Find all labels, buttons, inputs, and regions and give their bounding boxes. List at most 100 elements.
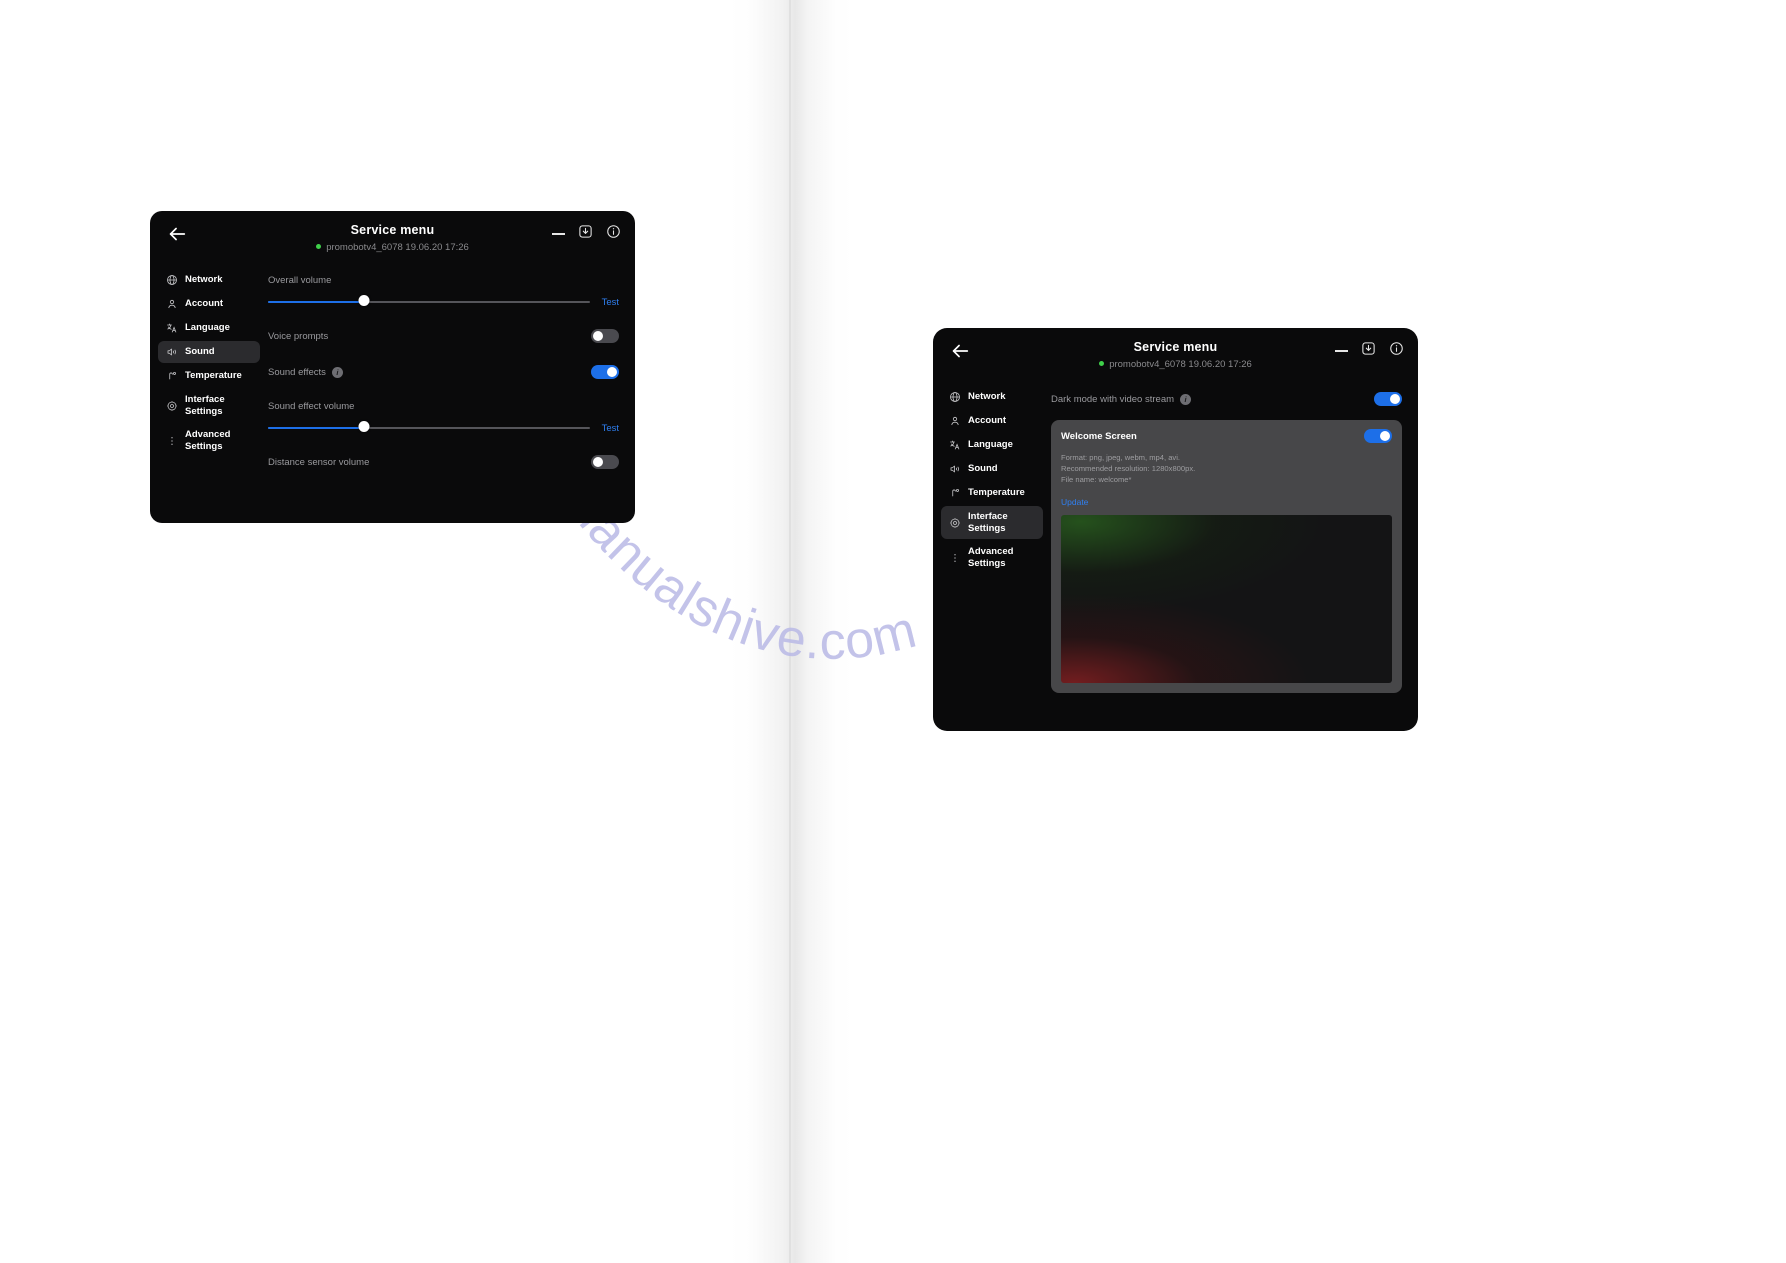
sound-effects-row: Sound effects i [268, 365, 619, 379]
sound-effect-volume-row: Test [268, 421, 619, 435]
info-icon[interactable] [606, 224, 621, 239]
speaker-icon [166, 346, 178, 358]
distance-sensor-volume-label: Distance sensor volume [268, 456, 370, 468]
page-fold-shading [730, 0, 855, 1263]
minimize-icon[interactable] [1335, 341, 1348, 356]
overall-volume-label: Overall volume [268, 275, 332, 286]
window-body-left: Network Account Language Sound Temperatu… [150, 263, 635, 523]
gear-icon [166, 400, 178, 412]
thermometer-icon [166, 370, 178, 382]
sidebar-right: Network Account Language Sound Temperatu… [933, 380, 1043, 731]
overall-volume-test-button[interactable]: Test [602, 297, 619, 308]
translate-icon [949, 439, 961, 451]
page-fold-line [789, 0, 791, 1263]
globe-icon [949, 391, 961, 403]
voice-prompts-toggle[interactable] [591, 329, 619, 343]
sidebar-item-label: Sound [968, 463, 998, 475]
sidebar-item-language[interactable]: Language [158, 317, 260, 339]
dark-mode-row: Dark mode with video stream i [1051, 392, 1402, 406]
speaker-icon [949, 463, 961, 475]
sidebar-left: Network Account Language Sound Temperatu… [150, 263, 260, 523]
dark-mode-label-group: Dark mode with video stream i [1051, 393, 1192, 405]
toggle-knob [606, 366, 618, 378]
globe-icon [166, 274, 178, 286]
sidebar-item-sound[interactable]: Sound [941, 458, 1043, 480]
download-icon[interactable] [578, 224, 593, 239]
service-menu-window-interface: Service menu promobotv4_6078 19.06.20 17… [933, 328, 1418, 731]
toggle-knob [592, 330, 604, 342]
device-id-timestamp: promobotv4_6078 19.06.20 17:26 [326, 242, 469, 253]
sidebar-item-temperature[interactable]: Temperature [158, 365, 260, 387]
titlebar-left: Service menu promobotv4_6078 19.06.20 17… [150, 211, 635, 263]
sidebar-item-interface-settings[interactable]: Interface Settings [941, 506, 1043, 540]
welcome-screen-preview[interactable] [1061, 515, 1392, 683]
sound-effects-label-group: Sound effects i [268, 366, 343, 378]
sidebar-item-account[interactable]: Account [941, 410, 1043, 432]
sidebar-item-network[interactable]: Network [158, 269, 260, 291]
user-icon [166, 298, 178, 310]
sidebar-item-label: Advanced Settings [968, 546, 1014, 569]
device-status-line: promobotv4_6078 19.06.20 17:26 [150, 242, 635, 253]
service-menu-window-sound: Service menu promobotv4_6078 19.06.20 17… [150, 211, 635, 523]
sidebar-item-advanced-settings[interactable]: Advanced Settings [941, 541, 1043, 574]
window-body-right: Network Account Language Sound Temperatu… [933, 380, 1418, 731]
sidebar-item-label: Account [185, 298, 223, 310]
sound-effects-toggle[interactable] [591, 365, 619, 379]
dark-mode-toggle[interactable] [1374, 392, 1402, 406]
slider-thumb[interactable] [358, 421, 370, 432]
distance-sensor-volume-row: Distance sensor volume [268, 455, 619, 469]
welcome-screen-requirements: Format: png, jpeg, webm, mp4, avi. Recom… [1061, 452, 1392, 485]
sidebar-item-account[interactable]: Account [158, 293, 260, 315]
sidebar-item-network[interactable]: Network [941, 386, 1043, 408]
gear-icon [949, 517, 961, 529]
sidebar-item-label: Network [185, 274, 223, 286]
sound-effect-volume-slider[interactable] [268, 421, 590, 435]
content-pane-sound: Overall volume Test Voice prompts Sound … [260, 263, 635, 523]
translate-icon [166, 322, 178, 334]
toggle-knob [592, 456, 604, 468]
sidebar-item-temperature[interactable]: Temperature [941, 482, 1043, 504]
sound-effect-volume-test-button[interactable]: Test [602, 423, 619, 434]
sidebar-item-sound[interactable]: Sound [158, 341, 260, 363]
slider-fill [268, 301, 365, 304]
sidebar-item-advanced-settings[interactable]: Advanced Settings [158, 424, 260, 457]
sidebar-item-label: Sound [185, 346, 215, 358]
sidebar-item-interface-settings[interactable]: Interface Settings [158, 389, 260, 422]
sidebar-item-label: Interface Settings [185, 394, 225, 417]
sidebar-item-language[interactable]: Language [941, 434, 1043, 456]
user-icon [949, 415, 961, 427]
toggle-knob [1379, 430, 1391, 442]
sidebar-item-label: Interface Settings [968, 511, 1008, 534]
download-icon[interactable] [1361, 341, 1376, 356]
sidebar-item-label: Language [185, 322, 230, 334]
device-status-line: promobotv4_6078 19.06.20 17:26 [933, 359, 1418, 370]
sidebar-item-label: Advanced Settings [185, 429, 231, 452]
sidebar-item-label: Temperature [185, 370, 242, 382]
resolution-line: Recommended resolution: 1280x800px. [1061, 464, 1196, 473]
format-line: Format: png, jpeg, webm, mp4, avi. [1061, 453, 1181, 462]
update-button[interactable]: Update [1061, 497, 1088, 507]
welcome-screen-toggle[interactable] [1364, 429, 1392, 443]
welcome-screen-header: Welcome Screen [1061, 429, 1392, 443]
toggle-knob [1389, 393, 1401, 405]
welcome-screen-title: Welcome Screen [1061, 430, 1137, 442]
minimize-icon[interactable] [552, 224, 565, 239]
voice-prompts-row: Voice prompts [268, 329, 619, 343]
slider-thumb[interactable] [358, 295, 370, 306]
sound-effects-info-icon[interactable]: i [331, 366, 343, 378]
sidebar-item-label: Temperature [968, 487, 1025, 499]
distance-sensor-volume-toggle[interactable] [591, 455, 619, 469]
content-pane-interface: Dark mode with video stream i Welcome Sc… [1043, 380, 1418, 731]
dark-mode-label: Dark mode with video stream [1051, 393, 1175, 405]
dark-mode-info-icon[interactable]: i [1180, 393, 1192, 405]
status-dot-icon [316, 244, 322, 249]
device-id-timestamp: promobotv4_6078 19.06.20 17:26 [1109, 359, 1252, 370]
sidebar-item-label: Account [968, 415, 1006, 427]
page-root: manualshive.com Service menu promobotv4_… [0, 0, 1786, 1263]
sidebar-item-label: Language [968, 439, 1013, 451]
titlebar-right: Service menu promobotv4_6078 19.06.20 17… [933, 328, 1418, 380]
overall-volume-slider[interactable] [268, 295, 590, 309]
window-controls-right [1335, 341, 1404, 356]
info-icon[interactable] [1389, 341, 1404, 356]
slider-fill [268, 427, 365, 430]
